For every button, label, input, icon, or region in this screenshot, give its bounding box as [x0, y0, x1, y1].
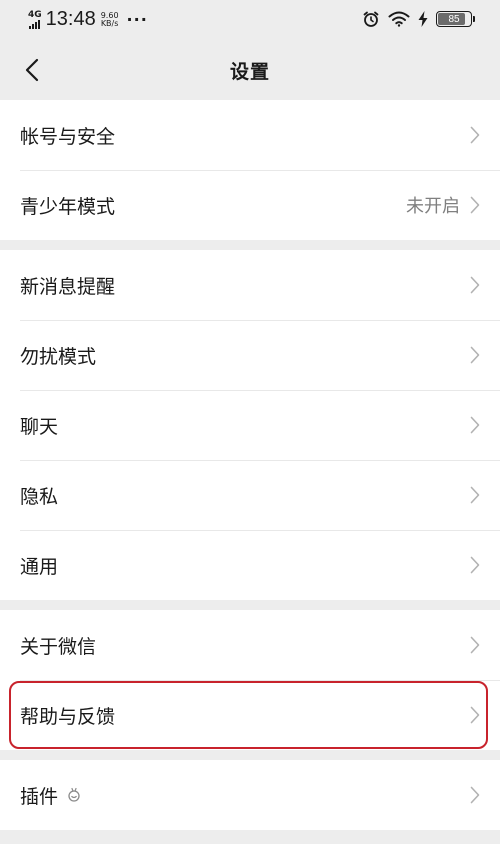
nav-bar: 设置: [0, 40, 500, 100]
network-speed: 9.60 KB/s: [100, 11, 119, 28]
chevron-right-icon: [468, 275, 482, 295]
settings-group-plugins: 插件: [0, 760, 500, 830]
settings-item-teen-mode[interactable]: 青少年模式 未开启: [0, 170, 500, 240]
signal-icon: [29, 19, 41, 29]
settings-item-chat[interactable]: 聊天: [0, 390, 500, 460]
settings-item-label: 勿扰模式: [20, 345, 97, 368]
back-button[interactable]: [16, 54, 48, 86]
status-bar: 4G 13:48 9.60 KB/s ··· 85: [0, 0, 500, 40]
settings-item-label: 青少年模式: [20, 195, 116, 218]
settings-group-general: 新消息提醒 勿扰模式 聊天 隐私 通用: [0, 250, 500, 600]
chevron-right-icon: [468, 195, 482, 215]
chevron-right-icon: [468, 785, 482, 805]
settings-group-about: 关于微信 帮助与反馈: [0, 610, 500, 750]
page-title: 设置: [229, 60, 270, 83]
settings-item-label: 通用: [20, 555, 59, 578]
settings-item-label: 聊天: [20, 415, 59, 438]
settings-item-label: 帐号与安全: [20, 125, 116, 148]
chevron-right-icon: [468, 125, 482, 145]
settings-item-label: 帮助与反馈: [20, 705, 116, 728]
chevron-left-icon: [25, 58, 39, 82]
settings-item-help-feedback[interactable]: 帮助与反馈: [0, 680, 500, 750]
network-type: 4G: [28, 9, 42, 20]
settings-item-label: 关于微信: [20, 635, 97, 658]
chevron-right-icon: [468, 415, 482, 435]
battery-icon: 85: [436, 11, 475, 27]
settings-item-account-security[interactable]: 帐号与安全: [0, 100, 500, 170]
wifi-icon: [388, 11, 410, 27]
settings-item-label: 隐私: [20, 485, 59, 508]
settings-item-label: 插件: [20, 785, 59, 808]
alarm-icon: [363, 11, 379, 27]
chevron-right-icon: [468, 555, 482, 575]
settings-item-do-not-disturb[interactable]: 勿扰模式: [0, 320, 500, 390]
chevron-right-icon: [468, 635, 482, 655]
settings-item-label-wrap: 插件: [20, 782, 468, 809]
chevron-right-icon: [468, 345, 482, 365]
settings-item-about-wechat[interactable]: 关于微信: [0, 610, 500, 680]
plugin-icon: [66, 787, 82, 803]
charging-icon: [418, 11, 428, 27]
status-right: 85: [362, 10, 475, 28]
network-indicator: 4G: [28, 9, 42, 29]
settings-item-label: 新消息提醒: [20, 275, 116, 298]
battery-level: 85: [448, 13, 460, 25]
settings-group-account: 帐号与安全 青少年模式 未开启: [0, 100, 500, 240]
chevron-right-icon: [468, 485, 482, 505]
settings-item-notifications[interactable]: 新消息提醒: [0, 250, 500, 320]
settings-item-plugins[interactable]: 插件: [0, 760, 500, 830]
settings-item-general[interactable]: 通用: [0, 530, 500, 600]
settings-item-privacy[interactable]: 隐私: [0, 460, 500, 530]
speed-unit: KB/s: [100, 18, 119, 28]
more-notifications-icon: ···: [126, 10, 148, 29]
teen-mode-status: 未开启: [406, 196, 460, 217]
status-time: 13:48: [45, 8, 96, 30]
status-left: 4G 13:48 9.60 KB/s ···: [28, 8, 148, 31]
chevron-right-icon: [468, 705, 482, 725]
